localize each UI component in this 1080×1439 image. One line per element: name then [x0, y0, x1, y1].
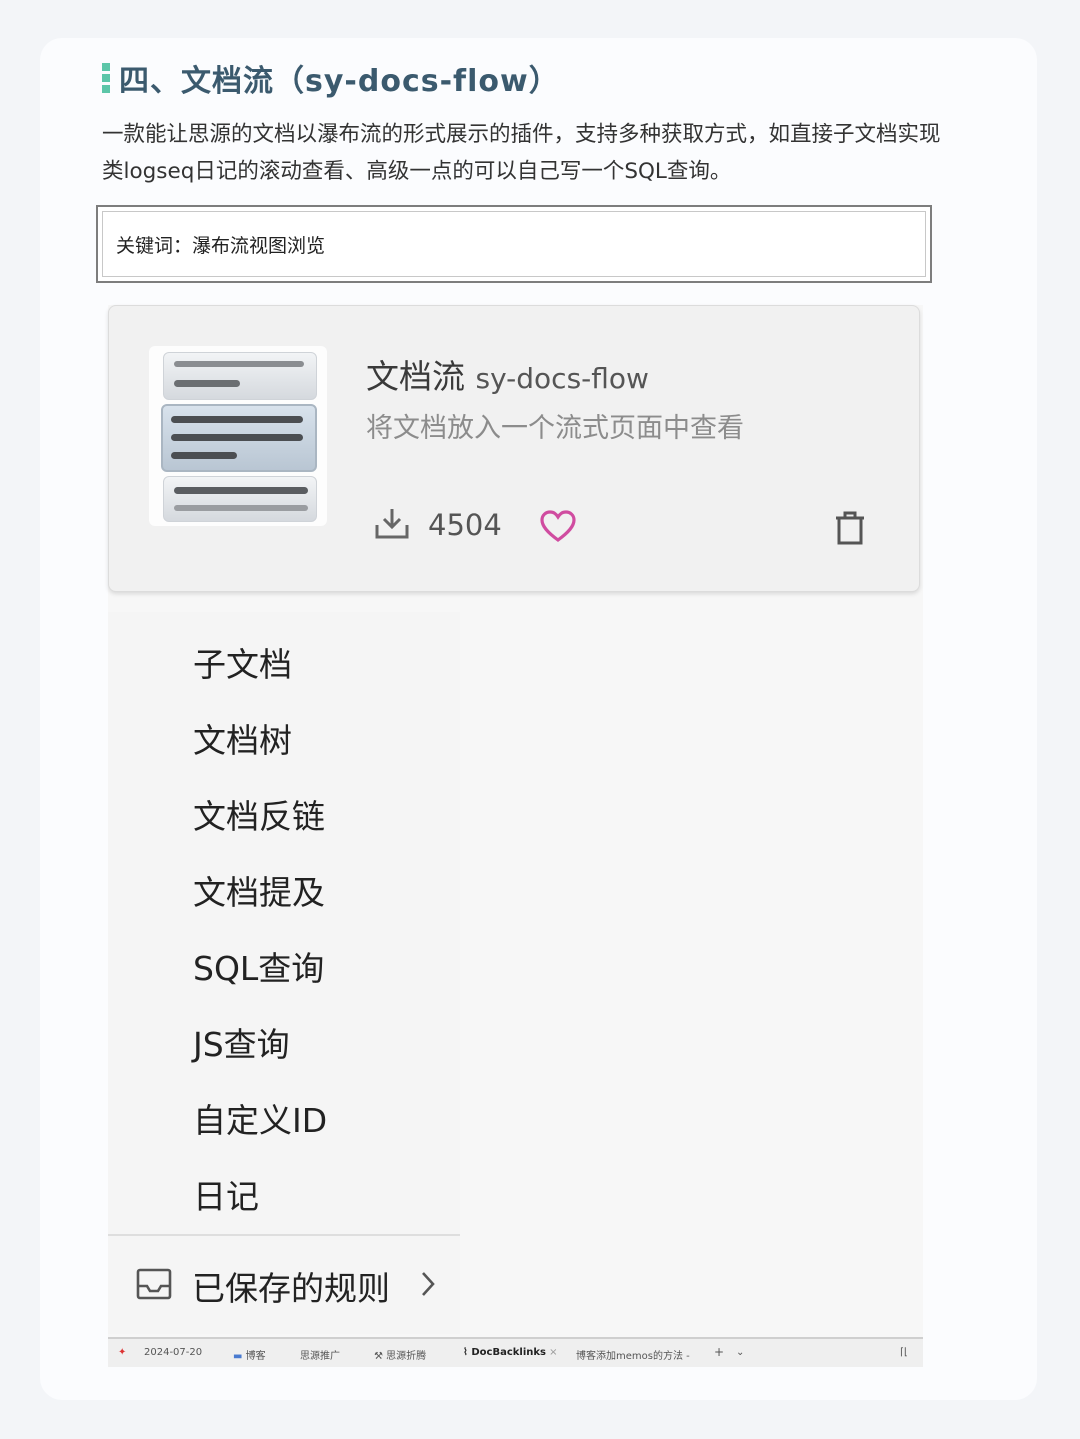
menu-item-sql-query[interactable]: SQL查询: [193, 942, 324, 990]
menu-item-custom-id[interactable]: 自定义ID: [193, 1094, 327, 1142]
tab-item[interactable]: 2024-07-20: [144, 1347, 202, 1358]
plugin-logo-icon: [149, 346, 327, 526]
tab-bar: ✦ 2024-07-20 ▬ 博客 思源推广 ⚒ 思源折腾 ⌇ DocBackl…: [108, 1337, 923, 1367]
menu-item-daily-note[interactable]: 日记: [193, 1170, 259, 1218]
download-icon: [374, 506, 410, 544]
menu-item-mentions[interactable]: 文档提及: [193, 866, 325, 914]
menu-divider: [108, 1234, 460, 1236]
plugin-description: 一款能让思源的文档以瀑布流的形式展示的插件，支持多种获取方式，如直接子文档实现类…: [102, 122, 941, 184]
pin-icon: ✦: [118, 1347, 127, 1358]
keyword-box: 关键词：瀑布流视图浏览: [96, 205, 932, 283]
inbox-icon: [136, 1268, 172, 1304]
menu-item-backlinks[interactable]: 文档反链: [193, 790, 325, 838]
tab-item[interactable]: ▬ 博客: [233, 1347, 266, 1362]
tools-icon: ⚒: [374, 1351, 387, 1362]
chevron-right-icon: [420, 1270, 436, 1302]
download-count: 4504: [428, 508, 502, 542]
section-title: 四、文档流（sy-docs-flow）: [119, 64, 560, 99]
source-menu: 子文档 文档树 文档反链 文档提及 SQL查询 JS查询 自定义ID 日记 已保…: [108, 612, 460, 1334]
add-tab-button[interactable]: +: [714, 1345, 724, 1359]
panel-icon[interactable]: ⌈⌊: [900, 1347, 908, 1358]
chevron-down-icon[interactable]: ⌄: [736, 1347, 744, 1358]
saved-rules-item[interactable]: 已保存的规则: [136, 1262, 436, 1310]
heading-marker-icon: [102, 63, 110, 93]
plugin-title: 文档流 sy-docs-flow: [366, 357, 649, 396]
saved-rules-label: 已保存的规则: [192, 1269, 390, 1308]
keyword-text: 关键词：瀑布流视图浏览: [116, 235, 326, 257]
trash-icon[interactable]: [833, 510, 867, 550]
menu-item-child-docs[interactable]: 子文档: [193, 638, 292, 686]
download-stat: 4504: [374, 506, 502, 544]
tab-item-active[interactable]: ⌇ DocBacklinks ×: [463, 1347, 558, 1358]
tab-item[interactable]: 博客添加memos的方法 -: [576, 1347, 690, 1362]
close-icon[interactable]: ×: [546, 1347, 557, 1358]
doc-icon: ▬: [233, 1351, 246, 1362]
heart-icon[interactable]: [539, 509, 577, 547]
plugin-card[interactable]: 文档流 sy-docs-flow 将文档放入一个流式页面中查看 4504: [108, 305, 920, 592]
plugin-subtitle: 将文档放入一个流式页面中查看: [366, 413, 744, 444]
menu-item-js-query[interactable]: JS查询: [193, 1018, 290, 1066]
menu-item-doc-tree[interactable]: 文档树: [193, 714, 292, 762]
section-heading: 四、文档流（sy-docs-flow）: [102, 58, 560, 99]
tab-item[interactable]: 思源推广: [300, 1347, 340, 1362]
tab-item[interactable]: ⚒ 思源折腾: [374, 1347, 426, 1362]
